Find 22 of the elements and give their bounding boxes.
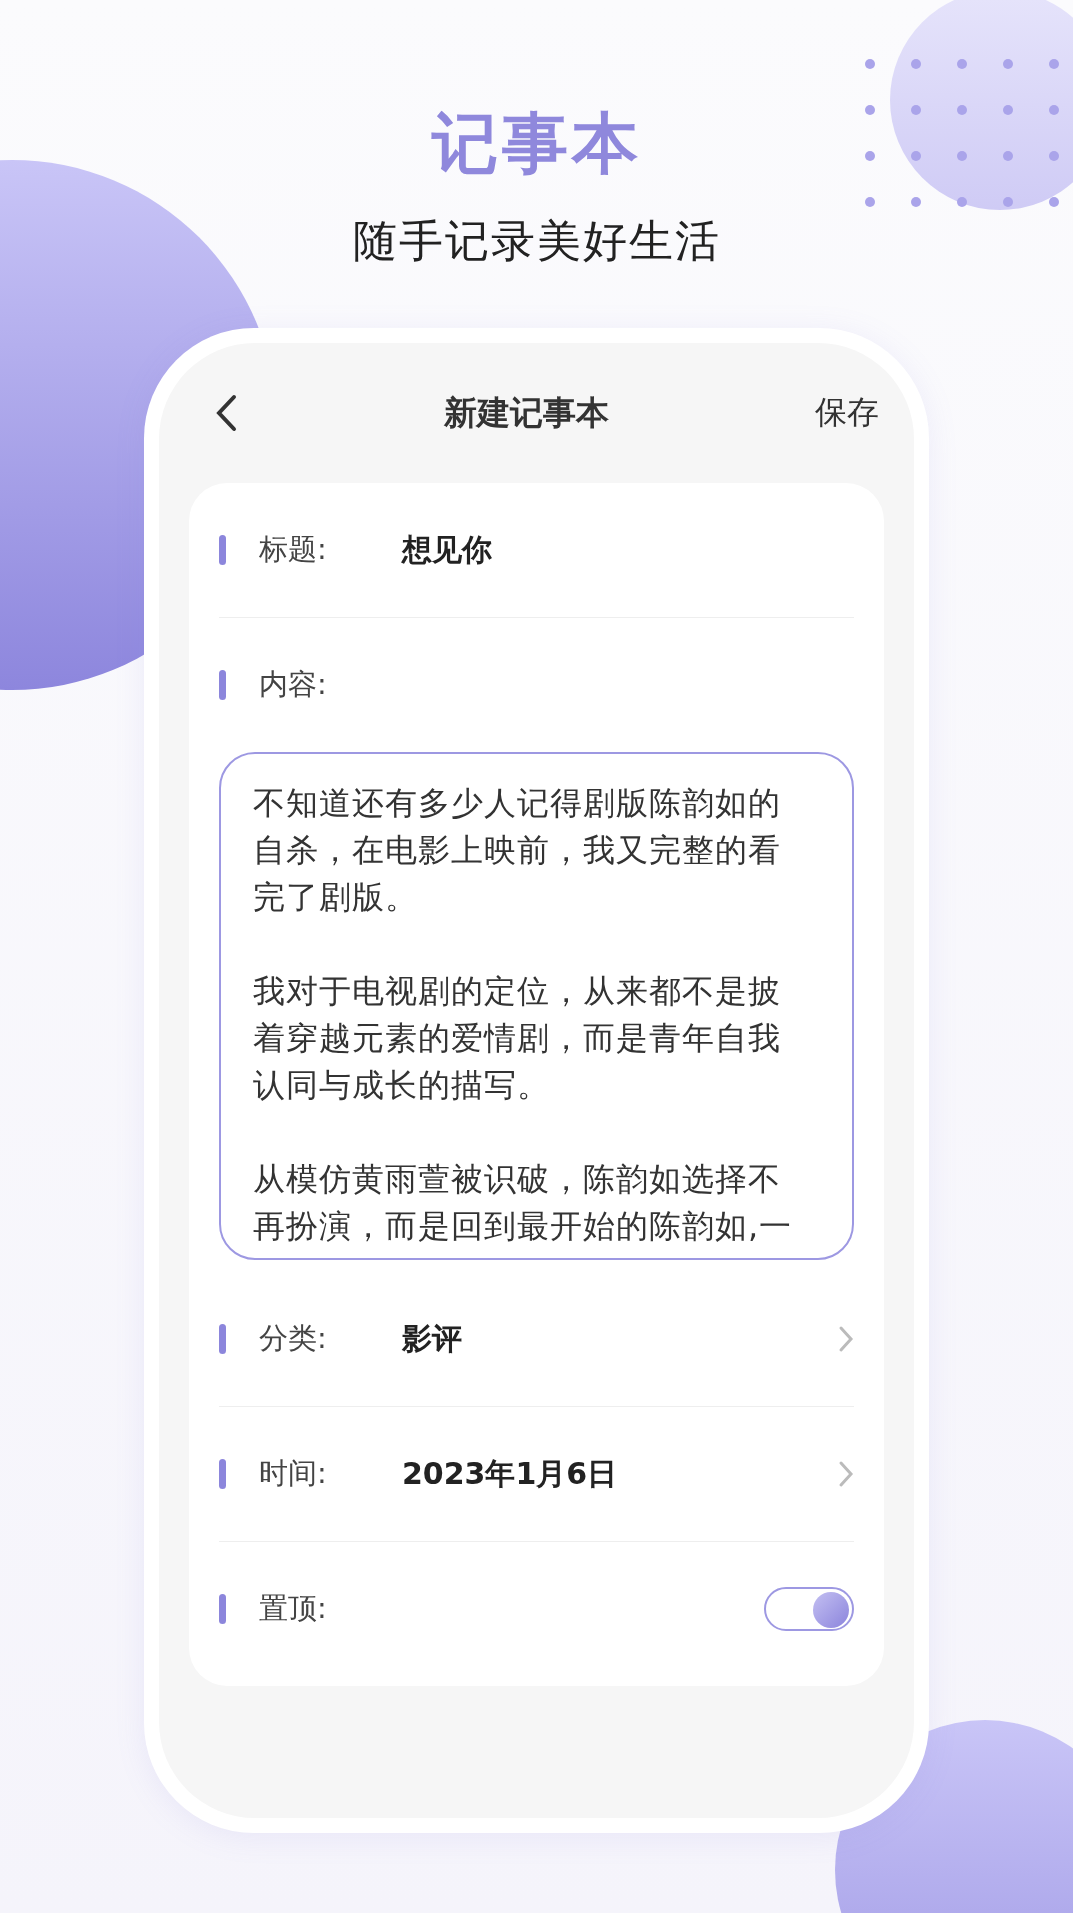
content-text-area[interactable]: 不知道还有多少人记得剧版陈韵如的自杀，在电影上映前，我又完整的看完了剧版。 我对于电视剧的定位，从来都不是披着穿越元素的爱情剧，而是青年自我认同与成长的描写。 从模仿黄雨萱被识破，陈韵如选择不再扮演，而是回到最开始的陈韵如,一	[219, 752, 854, 1260]
label-marker	[219, 1459, 226, 1489]
field-value[interactable]: 2023年1月6日	[402, 1453, 838, 1495]
app-subtitle: 随手记录美好生活	[352, 214, 721, 268]
field-label: 时间:	[259, 1455, 328, 1492]
label-marker	[219, 535, 226, 565]
title-value[interactable]: 想见你	[402, 529, 854, 571]
field-value[interactable]: 影评	[402, 1318, 838, 1360]
label-marker	[219, 1324, 226, 1354]
label-marker	[219, 670, 226, 700]
field-label: 置顶:	[259, 1590, 328, 1627]
pin-toggle[interactable]	[764, 1587, 854, 1631]
chevron-right-icon	[838, 1460, 854, 1488]
field-label: 标题:	[259, 531, 328, 568]
save-button[interactable]: 保存	[815, 391, 879, 435]
field-label: 分类:	[259, 1320, 328, 1357]
chevron-right-icon	[838, 1325, 854, 1353]
label-marker	[219, 1594, 226, 1624]
field-label: 内容:	[259, 666, 328, 703]
back-button[interactable]	[214, 393, 238, 433]
screen-title: 新建记事本	[444, 391, 609, 434]
app-title: 记事本	[431, 104, 642, 184]
